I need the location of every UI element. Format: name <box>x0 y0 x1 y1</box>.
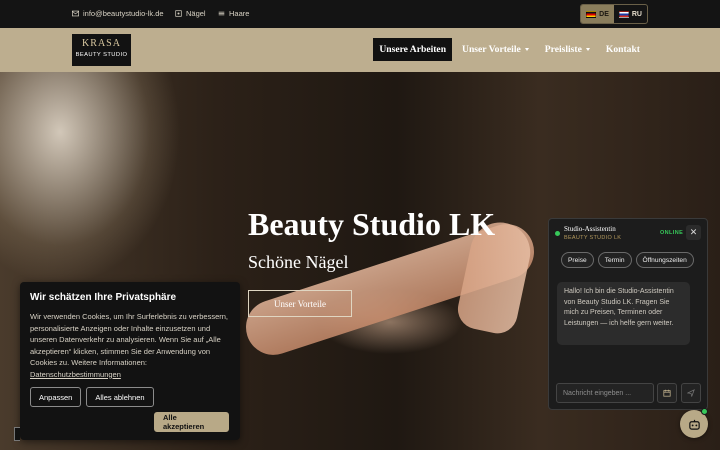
cookie-settings-tab[interactable] <box>14 427 20 441</box>
chip-termin[interactable]: Termin <box>597 252 632 268</box>
nav-item-kontakt[interactable]: Kontakt <box>600 38 646 61</box>
chip-preise[interactable]: Preise <box>561 252 594 268</box>
language-switcher: DE RU <box>580 4 648 24</box>
chevron-down-icon <box>524 48 529 51</box>
logo-brand-text: KRASA <box>82 38 121 49</box>
email-text: info@beautystudio-lk.de <box>83 9 164 18</box>
calendar-icon <box>663 389 671 397</box>
chat-header: Studio-Assistentin BEAUTY STUDIO LK ONLI… <box>549 219 707 247</box>
hair-link-label: Haare <box>229 9 250 18</box>
status-dot-icon <box>555 231 560 236</box>
nav-item-label: Preisliste <box>544 44 582 55</box>
studio-logo[interactable]: KRASA BEAUTY STUDIO <box>72 34 131 66</box>
nav-item-unser-vorteile[interactable]: Unser Vorteile <box>456 38 535 61</box>
hair-link[interactable]: Haare <box>218 9 249 18</box>
lang-option-de[interactable]: DE <box>581 5 614 23</box>
nails-link[interactable]: Nägel <box>175 9 206 18</box>
cookie-title: Wir schätzen Ihre Privatsphäre <box>30 292 177 303</box>
nav-item-unsere-arbeiten[interactable]: Unsere Arbeiten <box>373 38 453 61</box>
nav-item-label: Unsere Arbeiten <box>379 44 447 55</box>
send-icon <box>687 389 695 397</box>
email-link[interactable]: info@beautystudio-lk.de <box>72 9 164 18</box>
ru-flag-icon <box>618 10 629 18</box>
chat-widget: Studio-Assistentin BEAUTY STUDIO LK ONLI… <box>548 218 708 410</box>
nails-link-label: Nägel <box>186 9 206 18</box>
accept-all-button[interactable]: Alle akzeptieren <box>154 412 229 432</box>
nav-menu: Unsere Arbeiten Unser Vorteile Preislist… <box>373 38 646 61</box>
cookie-button-row: Anpassen Alles ablehnen <box>30 387 154 407</box>
nav-item-label: Kontakt <box>605 44 640 55</box>
chat-message-input[interactable]: Nachricht eingeben ... <box>556 383 654 403</box>
cookie-body: Wir verwenden Cookies, um Ihr Surferlebn… <box>30 312 228 367</box>
reject-all-button[interactable]: Alles ablehnen <box>86 387 154 407</box>
privacy-policy-link[interactable]: Datenschutzbestimmungen <box>30 370 121 379</box>
chip-oeffnungszeiten[interactable]: Öffnungszeiten <box>635 252 694 268</box>
nav-item-preisliste[interactable]: Preisliste <box>539 38 596 61</box>
customize-cookies-button[interactable]: Anpassen <box>30 387 82 407</box>
chat-title: Studio-Assistentin <box>564 225 616 233</box>
mail-icon <box>72 10 79 17</box>
chat-subtitle: BEAUTY STUDIO LK <box>564 235 622 241</box>
chevron-down-icon <box>585 48 590 51</box>
de-flag-icon <box>586 10 597 18</box>
online-indicator-icon <box>701 408 708 415</box>
lang-option-ru[interactable]: RU <box>614 5 647 23</box>
hero-subtitle: Schöne Nägel <box>248 252 349 272</box>
assistant-message: Hallo! Ich bin die Studio-Assistentin vo… <box>557 282 690 345</box>
nails-icon <box>175 10 182 17</box>
send-button[interactable] <box>681 383 701 403</box>
hero-title: Beauty Studio LK <box>248 206 496 242</box>
cookie-consent-banner: Wir schätzen Ihre Privatsphäre Wir verwe… <box>20 282 240 440</box>
hair-icon <box>218 11 225 16</box>
quick-reply-chips: Preise Termin Öffnungszeiten <box>561 252 694 268</box>
top-contact-bar: info@beautystudio-lk.de Nägel Haare DE R… <box>0 0 720 28</box>
robot-icon <box>688 419 700 430</box>
nav-item-label: Unser Vorteile <box>462 44 521 55</box>
cookie-text: Wir verwenden Cookies, um Ihr Surferlebn… <box>30 311 230 380</box>
hero-cta-button[interactable]: Unser Vorteile <box>248 290 352 317</box>
close-icon[interactable]: ✕ <box>686 225 701 240</box>
main-navigation: KRASA BEAUTY STUDIO Unsere Arbeiten Unse… <box>0 28 720 72</box>
calendar-button[interactable] <box>657 383 677 403</box>
lang-de-label: DE <box>599 10 609 18</box>
logo-subtitle: BEAUTY STUDIO <box>75 52 128 58</box>
online-status: ONLINE <box>660 230 684 236</box>
lang-ru-label: RU <box>631 10 642 18</box>
